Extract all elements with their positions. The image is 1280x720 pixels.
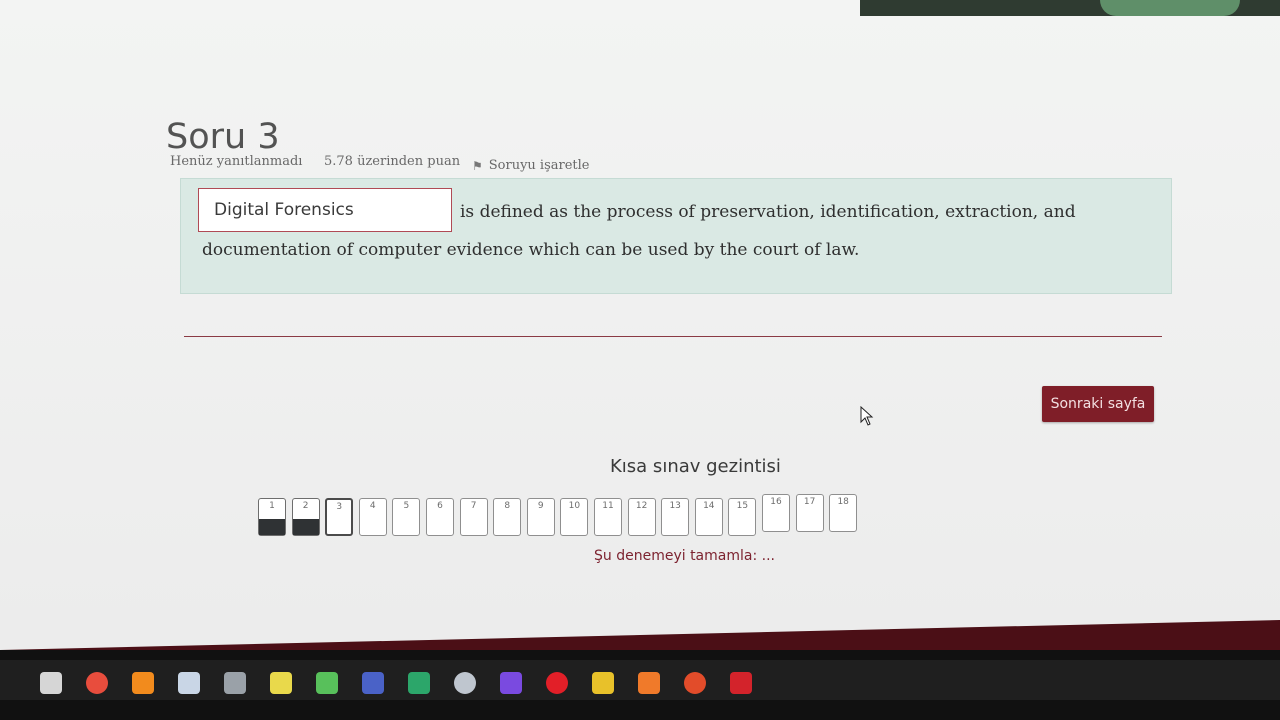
- quiz-nav-button[interactable]: 9: [526, 498, 555, 536]
- quiz-nav-number: 13: [669, 501, 681, 511]
- quiz-nav-number: 14: [703, 501, 715, 511]
- chrome-icon[interactable]: [86, 672, 108, 694]
- flag-question-link[interactable]: ⚑ Soruyu işaretle: [472, 158, 590, 173]
- quiz-nav-button[interactable]: 3: [325, 498, 354, 536]
- quiz-nav-button[interactable]: 7: [459, 498, 488, 536]
- red-app-icon[interactable]: [684, 672, 706, 694]
- quiz-nav-number: 7: [470, 501, 477, 511]
- quiz-nav-number: 17: [803, 497, 816, 507]
- visual-studio-icon[interactable]: [500, 672, 522, 694]
- quiz-nav-number: 9: [537, 501, 544, 511]
- quiz-nav-button[interactable]: 16: [762, 494, 790, 532]
- opera-icon[interactable]: [546, 672, 568, 694]
- green-app-icon[interactable]: [316, 672, 338, 694]
- whatsapp-icon[interactable]: [408, 672, 430, 694]
- quiz-nav-button[interactable]: 13: [661, 498, 690, 536]
- quiz-nav-number: 18: [837, 497, 849, 507]
- quiz-nav-button[interactable]: 14: [694, 498, 723, 536]
- steam-icon[interactable]: [178, 672, 200, 694]
- question-status: Henüz yanıtlanmadı: [170, 154, 303, 169]
- section-divider: [184, 336, 1162, 337]
- taskbar-icons-row: [0, 660, 1280, 700]
- quiz-nav-button[interactable]: 4: [358, 498, 387, 536]
- bc-icon[interactable]: [224, 672, 246, 694]
- acrobat-icon[interactable]: [730, 672, 752, 694]
- windows-taskbar: [0, 650, 1280, 720]
- quiz-navigation-grid: 1 2 3 4 5 6 7 8 9 10 11 12 13 14 15 16 17 18: [258, 494, 878, 542]
- matlab-icon[interactable]: [638, 672, 660, 694]
- quiz-nav-number: 10: [568, 501, 581, 511]
- quiz-nav-button[interactable]: 2: [291, 498, 320, 536]
- finish-attempt-link[interactable]: Şu denemeyi tamamla: ...: [594, 548, 775, 564]
- quiz-nav-number: 12: [635, 501, 648, 511]
- quiz-nav-button[interactable]: 10: [560, 498, 589, 536]
- quiz-nav-number: 11: [602, 501, 614, 511]
- quiz-nav-button[interactable]: 1: [258, 498, 286, 536]
- quiz-nav-number: 1: [269, 501, 275, 511]
- quiz-nav-number: 8: [504, 501, 511, 511]
- answered-indicator: [292, 519, 319, 535]
- quiz-nav-number: 4: [369, 501, 376, 511]
- mouse-cursor-icon: [860, 406, 874, 426]
- wallpaper-patch: [1100, 0, 1240, 16]
- quiz-nav-button[interactable]: 6: [426, 498, 454, 536]
- quiz-nav-button[interactable]: 12: [627, 498, 656, 536]
- quiz-page: Soru 3 Henüz yanıtlanmadı 5.78 üzerinden…: [0, 0, 1280, 650]
- question-text-line-1: is defined as the process of preservatio…: [460, 202, 1076, 222]
- question-text-line-2: documentation of computer evidence which…: [202, 240, 860, 260]
- answered-indicator: [259, 519, 285, 535]
- question-title: Soru 3: [166, 117, 280, 158]
- next-page-button[interactable]: Sonraki sayfa: [1042, 386, 1154, 422]
- bar-app-icon[interactable]: [362, 672, 384, 694]
- quiz-nav-button[interactable]: 11: [594, 498, 622, 536]
- quiz-nav-button[interactable]: 15: [728, 498, 757, 536]
- answer-input[interactable]: [198, 188, 452, 232]
- quiz-nav-number: 16: [770, 497, 782, 507]
- quiz-nav-number: 6: [437, 501, 443, 511]
- quiz-nav-button[interactable]: 17: [795, 494, 824, 532]
- yellow-app-icon[interactable]: [592, 672, 614, 694]
- flag-question-label: Soruyu işaretle: [488, 158, 590, 173]
- quiz-nav-button[interactable]: 5: [392, 498, 421, 536]
- circle-app-icon[interactable]: [454, 672, 476, 694]
- quiz-nav-number: 3: [336, 502, 343, 512]
- quiz-navigation-title: Kısa sınav gezintisi: [610, 456, 781, 477]
- store-icon[interactable]: [40, 672, 62, 694]
- hexagon-app-icon[interactable]: [270, 672, 292, 694]
- question-points: 5.78 üzerinden puan: [324, 154, 461, 169]
- screen-bezel-edge: [0, 620, 1280, 650]
- quiz-nav-button[interactable]: 8: [493, 498, 522, 536]
- quiz-nav-number: 5: [403, 501, 410, 511]
- window-edge-strip: [860, 0, 1280, 16]
- vlc-icon[interactable]: [132, 672, 154, 694]
- quiz-nav-button[interactable]: 18: [829, 494, 858, 532]
- quiz-nav-number: 2: [302, 501, 309, 511]
- quiz-nav-number: 15: [736, 501, 749, 511]
- flag-icon: ⚑: [472, 158, 483, 173]
